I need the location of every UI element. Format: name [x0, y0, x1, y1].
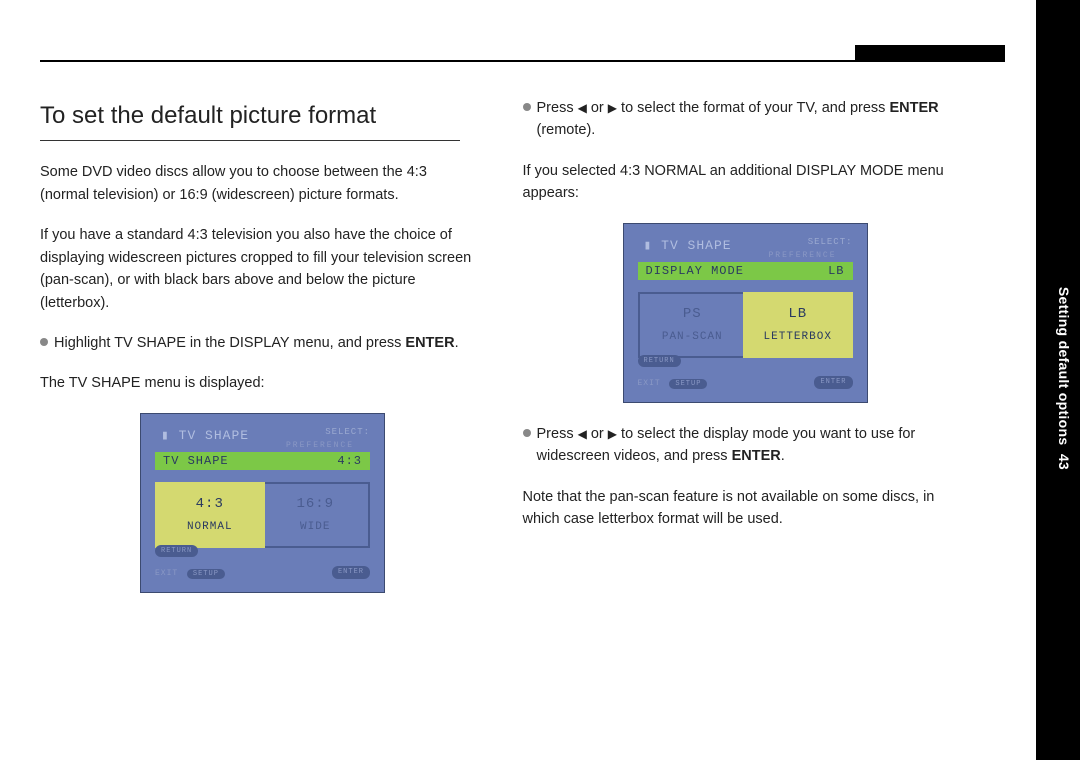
ss1-opt-right-ratio: 16:9 — [296, 494, 334, 516]
ss1-option-normal: 4:3 NORMAL — [155, 482, 265, 548]
right-column: Press ◀ or ▶ to select the format of you… — [523, 97, 961, 613]
step-select-display-mode: Press ◀ or ▶ to select the display mode … — [523, 423, 961, 468]
ss2-preference-hint: PREFERENCE — [768, 250, 836, 262]
bullet-icon — [523, 429, 531, 437]
enter-label: ENTER — [732, 448, 781, 464]
header-rule — [40, 60, 870, 62]
page-number: 43 — [1056, 454, 1072, 470]
step-select-tv-format: Press ◀ or ▶ to select the format of you… — [523, 97, 961, 142]
manual-page: To set the default picture format Some D… — [0, 0, 1080, 760]
exit-label: EXIT — [155, 569, 178, 578]
chapter-tab-label: Setting default options 43 — [1056, 287, 1072, 470]
ss2-opt-left-code: PS — [683, 304, 702, 326]
ss1-opt-left-ratio: 4:3 — [196, 494, 224, 516]
step-text-pre: Highlight TV SHAPE in the DISPLAY menu, … — [54, 335, 405, 351]
left-arrow-icon: ◀ — [578, 427, 587, 441]
ss2-option-letterbox: LB LETTERBOX — [743, 292, 853, 358]
ss1-button-hints: RETURN EXIT SETUP ENTER — [155, 545, 370, 584]
bullet-icon — [523, 103, 531, 111]
ss2-opt-left-label: PAN-SCAN — [662, 329, 723, 346]
step-text: Press ◀ or ▶ to select the display mode … — [537, 423, 961, 468]
ss2-row-label: DISPLAY MODE — [646, 262, 744, 281]
ss1-preference-hint: PREFERENCE — [286, 440, 354, 452]
bullet-icon — [40, 338, 48, 346]
ss2-select-hint: SELECT: — [808, 236, 853, 250]
left-arrow-icon: ◀ — [578, 101, 587, 115]
step-highlight-tvshape: Highlight TV SHAPE in the DISPLAY menu, … — [40, 332, 478, 354]
step-text: Highlight TV SHAPE in the DISPLAY menu, … — [54, 332, 459, 354]
right-arrow-icon: ▶ — [608, 427, 617, 441]
intro-paragraph-1: Some DVD video discs allow you to choose… — [40, 161, 478, 206]
step-text: Press ◀ or ▶ to select the format of you… — [537, 97, 961, 142]
right-arrow-icon: ▶ — [608, 101, 617, 115]
tvshape-menu-caption: The TV SHAPE menu is displayed: — [40, 372, 478, 394]
ss2-opt-right-label: LETTERBOX — [764, 329, 832, 346]
enter-label: ENTER — [889, 100, 938, 116]
chapter-name: Setting default options — [1056, 287, 1072, 446]
ss1-selected-row: TV SHAPE 4:3 — [155, 452, 370, 470]
ss1-row-value: 4:3 — [337, 452, 362, 471]
ss1-option-wide: 16:9 WIDE — [263, 484, 369, 546]
return-chip: RETURN — [155, 545, 198, 558]
ss2-opt-right-code: LB — [788, 304, 807, 326]
ss1-options: 4:3 NORMAL 16:9 WIDE — [155, 482, 370, 548]
enter-chip: ENTER — [332, 566, 370, 579]
ss2-button-hints: RETURN EXIT SETUP ENTER — [638, 355, 853, 394]
ss2-row-value: LB — [828, 262, 844, 281]
two-column-layout: To set the default picture format Some D… — [40, 97, 960, 613]
exit-label: EXIT — [638, 379, 661, 388]
tv-shape-menu-screenshot: ▮ TV SHAPE SELECT: PREFERENCE TV SHAPE 4… — [140, 413, 385, 593]
left-column: To set the default picture format Some D… — [40, 97, 478, 613]
ss2-option-panscan: PS PAN-SCAN — [640, 294, 746, 356]
step-text-post: . — [455, 335, 459, 351]
panscan-note: Note that the pan-scan feature is not av… — [523, 486, 961, 531]
intro-paragraph-2: If you have a standard 4:3 television yo… — [40, 224, 478, 314]
chapter-tab: Setting default options 43 — [1036, 0, 1080, 760]
step-text-enter: ENTER — [405, 335, 454, 351]
ss1-row-label: TV SHAPE — [163, 452, 229, 471]
section-title: To set the default picture format — [40, 97, 460, 141]
enter-chip: ENTER — [814, 376, 852, 389]
header-tab-block — [855, 45, 1005, 62]
display-mode-menu-screenshot: ▮ TV SHAPE SELECT: PREFERENCE DISPLAY MO… — [623, 223, 868, 403]
ss1-opt-right-label: WIDE — [300, 519, 330, 536]
setup-chip: SETUP — [187, 569, 225, 579]
ss2-title: ▮ TV SHAPE — [644, 236, 732, 256]
ss1-opt-left-label: NORMAL — [187, 519, 233, 536]
ss2-options: PS PAN-SCAN LB LETTERBOX — [638, 292, 853, 358]
display-mode-caption: If you selected 4:3 NORMAL an additional… — [523, 160, 961, 205]
ss1-title: ▮ TV SHAPE — [161, 426, 249, 446]
ss2-selected-row: DISPLAY MODE LB — [638, 262, 853, 280]
setup-chip: SETUP — [669, 379, 707, 389]
return-chip: RETURN — [638, 355, 681, 368]
ss1-select-hint: SELECT: — [325, 426, 370, 440]
